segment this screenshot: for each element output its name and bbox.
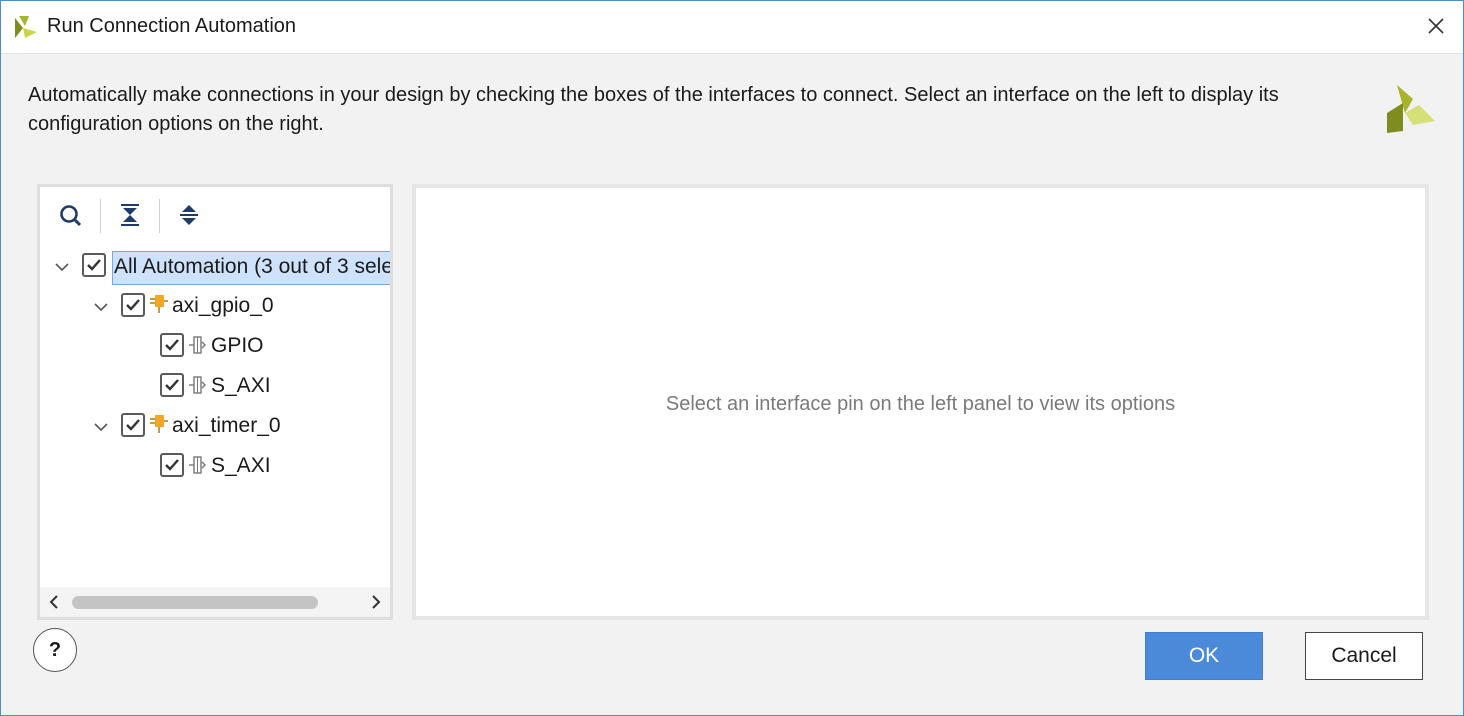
checkbox-all-automation[interactable]: [82, 253, 106, 277]
tree-label-axi-gpio-0[interactable]: axi_gpio_0: [172, 294, 274, 318]
checkbox-axi-gpio-0[interactable]: [121, 293, 145, 317]
tree-row-gpio-s-axi[interactable]: S_AXI: [40, 367, 390, 407]
search-icon[interactable]: [56, 199, 86, 231]
horizontal-scrollbar[interactable]: [40, 587, 390, 617]
collapse-all-icon[interactable]: [115, 199, 145, 231]
ok-button[interactable]: OK: [1145, 632, 1263, 680]
tree-row-axi-timer-0[interactable]: axi_timer_0: [40, 407, 390, 447]
options-panel: Select an interface pin on the left pane…: [412, 184, 1429, 620]
dialog-window: Run Connection Automation Automatically …: [0, 0, 1464, 716]
xilinx-logo-icon: [1387, 85, 1435, 133]
ip-block-icon: [150, 295, 168, 313]
dialog-description: Automatically make connections in your d…: [28, 84, 1279, 135]
checkbox-gpio-s-axi[interactable]: [160, 373, 184, 397]
tree-label-gpio[interactable]: GPIO: [211, 334, 264, 358]
tree-label-gpio-s-axi[interactable]: S_AXI: [211, 374, 271, 398]
checkbox-gpio[interactable]: [160, 333, 184, 357]
tree-row-timer-s-axi[interactable]: S_AXI: [40, 447, 390, 487]
chevron-down-icon[interactable]: [93, 299, 109, 315]
chevron-down-icon[interactable]: [54, 259, 70, 275]
expand-all-icon[interactable]: [174, 199, 204, 231]
interface-pin-icon: [189, 376, 206, 394]
tree-toolbar: [40, 187, 390, 243]
title-bar: Run Connection Automation: [1, 1, 1463, 54]
checkbox-axi-timer-0[interactable]: [121, 413, 145, 437]
close-icon[interactable]: [1423, 13, 1449, 39]
vivado-logo-icon: [15, 16, 37, 38]
checkbox-timer-s-axi[interactable]: [160, 453, 184, 477]
tree-row-all-automation[interactable]: All Automation (3 out of 3 sele: [40, 247, 390, 287]
cancel-button[interactable]: Cancel: [1305, 632, 1423, 680]
interface-tree: All Automation (3 out of 3 sele axi_gpio…: [40, 245, 390, 591]
interface-pin-icon: [189, 456, 206, 474]
interface-pin-icon: [189, 336, 206, 354]
ip-block-icon: [150, 415, 168, 433]
scroll-left-icon[interactable]: [46, 594, 62, 610]
toolbar-separator: [159, 199, 160, 233]
window-title: Run Connection Automation: [47, 15, 297, 37]
tree-row-axi-gpio-0[interactable]: axi_gpio_0: [40, 287, 390, 327]
toolbar-separator: [100, 199, 101, 233]
tree-label-timer-s-axi[interactable]: S_AXI: [211, 454, 271, 478]
tree-row-gpio[interactable]: GPIO: [40, 327, 390, 367]
scroll-right-icon[interactable]: [368, 594, 384, 610]
options-placeholder: Select an interface pin on the left pane…: [665, 393, 1176, 415]
help-button[interactable]: ?: [33, 628, 77, 672]
interface-tree-panel: All Automation (3 out of 3 sele axi_gpio…: [37, 184, 393, 620]
tree-label-all-automation[interactable]: All Automation (3 out of 3 sele: [112, 251, 390, 285]
tree-label-axi-timer-0[interactable]: axi_timer_0: [172, 414, 281, 438]
scrollbar-thumb[interactable]: [72, 596, 318, 609]
chevron-down-icon[interactable]: [93, 419, 109, 435]
